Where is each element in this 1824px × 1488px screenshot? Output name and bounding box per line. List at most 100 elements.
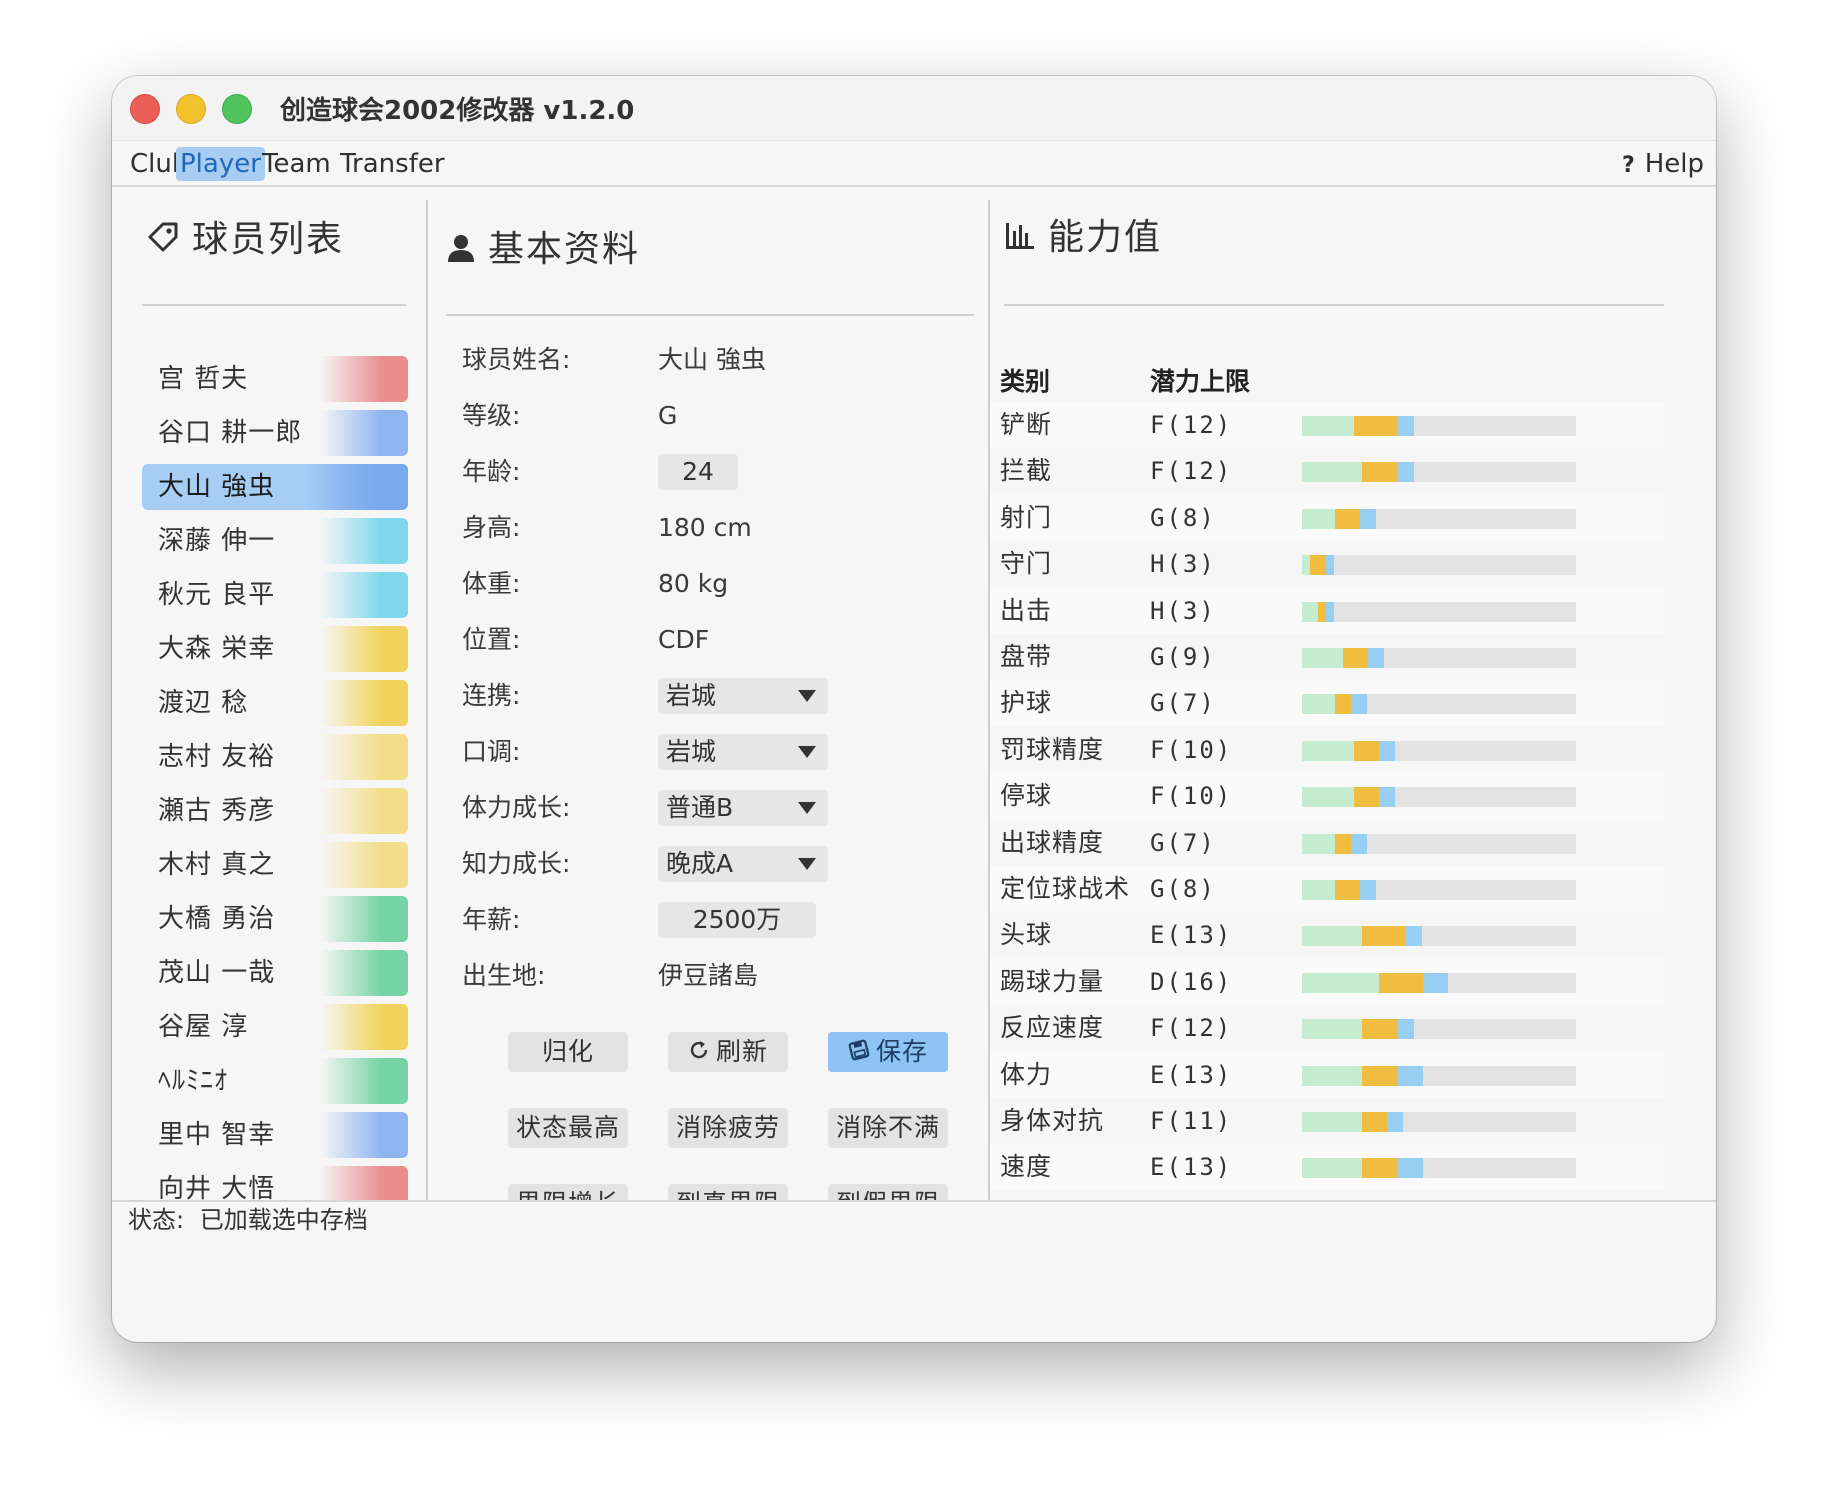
ability-potential-value: F(12) (1150, 457, 1233, 486)
clear-discontent-button[interactable]: 消除不满 (828, 1108, 948, 1148)
ability-potential-value: G(7) (1150, 828, 1216, 857)
ability-bar-current (1335, 880, 1360, 900)
zoom-window-button[interactable] (222, 94, 252, 124)
ability-row[interactable]: 停球 F(10) (990, 773, 1664, 820)
player-name: 大山 強虫 (158, 472, 276, 502)
ability-row[interactable]: 拦截 F(12) (990, 448, 1664, 494)
refresh-button[interactable]: 刷新 (668, 1032, 788, 1072)
age-input[interactable]: 24 (658, 454, 738, 490)
ability-bar-base (1302, 1112, 1362, 1132)
save-button[interactable]: 保存 (828, 1032, 948, 1072)
minimize-window-button[interactable] (176, 94, 206, 124)
refresh-button-label: 刷新 (715, 1037, 768, 1066)
player-list-item[interactable]: 谷口 耕一郎 (142, 410, 408, 456)
menu-transfer[interactable]: Transfer (336, 147, 449, 181)
ability-row[interactable]: 出球精度 G(7) (990, 820, 1664, 866)
player-list-item[interactable]: 大山 強虫 (142, 464, 408, 510)
ability-row[interactable]: 定位球战术 G(8) (990, 866, 1664, 912)
ability-row[interactable]: 护球 G(7) (990, 680, 1664, 727)
ability-bar (1302, 555, 1576, 576)
menu-player[interactable]: Player (176, 147, 265, 181)
player-name: 里中 智幸 (158, 1120, 276, 1150)
ability-row[interactable]: 身体对抗 F(11) (990, 1098, 1664, 1144)
ability-bar-base (1302, 1065, 1362, 1086)
ability-bar-potential (1406, 926, 1422, 947)
player-name: 渡辺 稔 (158, 688, 249, 718)
player-list-item[interactable]: 木村 真之 (142, 842, 408, 888)
ability-row[interactable]: 速度 E(13) (990, 1144, 1664, 1191)
ability-potential-value: F(11) (1150, 1107, 1233, 1135)
help-label: Help (1644, 149, 1704, 179)
naturalize-button[interactable]: 归化 (508, 1032, 628, 1072)
ability-bar-potential (1379, 787, 1395, 808)
clear-fatigue-button[interactable]: 消除疲劳 (668, 1108, 788, 1148)
ability-bar-current (1379, 972, 1423, 993)
ability-bar-current (1335, 508, 1360, 529)
ability-row[interactable]: 踢球力量 D(16) (990, 958, 1664, 1005)
ability-potential-value: G(9) (1150, 643, 1216, 671)
ability-row[interactable]: 头球 E(13) (990, 912, 1664, 958)
status-bar: 状态: 已加载选中存档 (112, 1200, 1716, 1238)
ability-row[interactable]: 罚球精度 F(10) (990, 727, 1664, 773)
dropdown-arrow-icon (798, 746, 816, 758)
ability-bar-current (1362, 1065, 1398, 1086)
player-list-item[interactable]: ﾍﾙﾐﾆｵ (142, 1058, 408, 1104)
position-value: CDF (658, 625, 710, 654)
partner-select[interactable]: 岩城 (658, 678, 828, 714)
ability-bar-base (1302, 1019, 1362, 1040)
stamina-growth-select-value: 普通B (666, 793, 734, 822)
player-list-item[interactable]: 大森 栄幸 (142, 626, 408, 672)
ability-row[interactable]: 进攻意识 F(10) (990, 1191, 1664, 1196)
ability-bar-potential (1387, 1112, 1403, 1132)
max-condition-button[interactable]: 状态最高 (508, 1108, 628, 1148)
player-list-item[interactable]: 深藤 伸一 (142, 518, 408, 564)
help-icon: ? (1621, 153, 1635, 178)
ability-table: 铲断 F(12) 拦截 F(12) 射门 G(8) 守门 H(3) 出击 H(3) 盘带 G(9) 护球… (990, 188, 1716, 1196)
ability-bar-potential (1398, 1158, 1423, 1179)
ability-bar-current (1354, 416, 1398, 436)
ability-category: 射门 (1000, 502, 1053, 532)
grade-label: 等级: (462, 401, 521, 430)
ability-row[interactable]: 射门 G(8) (990, 494, 1664, 541)
ability-row[interactable]: 铲断 F(12) (990, 402, 1664, 448)
ability-category: 头球 (1000, 920, 1053, 950)
close-window-button[interactable] (130, 94, 160, 124)
ability-bar-potential (1398, 1019, 1414, 1040)
intel-growth-select-value: 晚成A (666, 849, 734, 878)
player-name: 志村 友裕 (158, 742, 276, 772)
player-color-swatch (320, 950, 408, 996)
ability-row[interactable]: 反应速度 F(12) (990, 1005, 1664, 1051)
player-list-item[interactable]: 大橋 勇治 (142, 896, 408, 942)
ability-row[interactable]: 盘带 G(9) (990, 634, 1664, 680)
ability-row[interactable]: 出击 H(3) (990, 587, 1664, 634)
ability-bar-potential (1368, 648, 1384, 668)
player-list-item[interactable]: 志村 友裕 (142, 734, 408, 780)
player-list-item[interactable]: 里中 智幸 (142, 1112, 408, 1158)
ability-bar-potential (1351, 694, 1367, 715)
player-list-item[interactable]: 茂山 一哉 (142, 950, 408, 996)
ability-row[interactable]: 守门 H(3) (990, 541, 1664, 587)
ability-row[interactable]: 体力 E(13) (990, 1051, 1664, 1098)
salary-input[interactable]: 2500万 (658, 902, 816, 938)
player-list-item[interactable]: 渡辺 稔 (142, 680, 408, 726)
ability-bar-potential (1326, 601, 1334, 622)
menu-team[interactable]: Team (258, 147, 335, 181)
ability-potential-value: E(13) (1150, 1153, 1233, 1182)
dropdown-arrow-icon (798, 858, 816, 870)
player-list-item[interactable]: 谷屋 淳 (142, 1004, 408, 1050)
stamina-growth-select[interactable]: 普通B (658, 790, 828, 826)
player-list-item[interactable]: 瀬古 秀彦 (142, 788, 408, 834)
name-label: 球员姓名: (462, 345, 571, 374)
accent-select[interactable]: 岩城 (658, 734, 828, 770)
player-color-swatch (320, 1004, 408, 1050)
intel-growth-select[interactable]: 晚成A (658, 846, 828, 882)
height-value: 180 cm (658, 513, 752, 542)
ability-bar-potential (1423, 972, 1448, 993)
player-list-item[interactable]: 秋元 良平 (142, 572, 408, 618)
player-name: 谷屋 淳 (158, 1012, 249, 1042)
player-color-swatch (320, 410, 408, 456)
help-menu[interactable]: ? Help (1622, 147, 1704, 181)
ability-category: 守门 (1000, 549, 1053, 579)
player-list-item[interactable]: 宫 哲夫 (142, 356, 408, 402)
player-name: 木村 真之 (158, 850, 276, 880)
